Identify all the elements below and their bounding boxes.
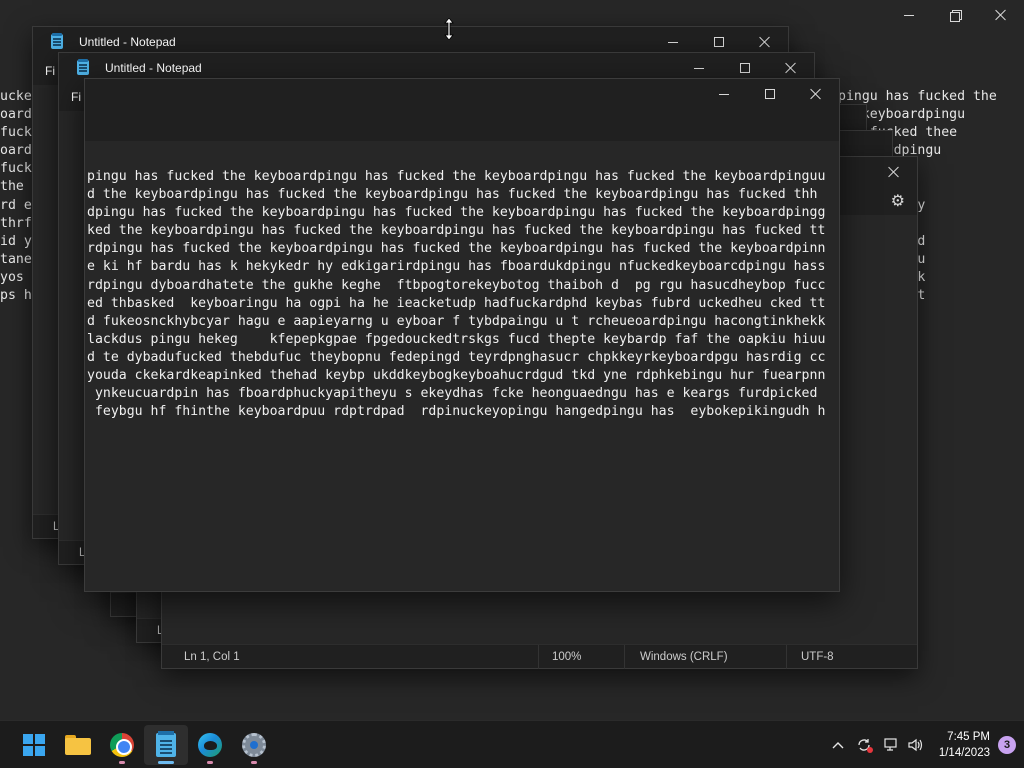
status-zoom: 100% — [552, 650, 582, 663]
notepad-window-front[interactable]: pingu has fucked the keyboardpingu has f… — [84, 78, 840, 592]
close-icon — [785, 62, 797, 74]
sync-icon[interactable] — [853, 734, 875, 756]
close-icon — [810, 88, 822, 100]
editor-line: ed thbasked keyboaringu ha ogpi ha he ie… — [87, 295, 826, 311]
clock-time: 7:45 PM — [947, 731, 990, 743]
system-tray: 7:45 PM 1/14/2023 3 — [825, 721, 1016, 768]
alert-dot — [866, 747, 873, 753]
settings-gear-icon[interactable]: ⚙ — [891, 191, 905, 211]
status-position: L — [79, 546, 86, 559]
close-button[interactable] — [793, 79, 839, 109]
close-button[interactable] — [978, 0, 1024, 30]
editor-line: d the keyboardpingu has fucked the keybo… — [87, 187, 818, 203]
window-title: Untitled - Notepad — [79, 35, 176, 49]
taskbar-file-explorer[interactable] — [56, 725, 100, 765]
minimize-icon — [694, 67, 704, 69]
close-button[interactable] — [871, 157, 917, 187]
active-indicator — [158, 761, 174, 764]
editor-text[interactable]: pingu has fucked the keyboardpingu has f… — [85, 168, 841, 421]
taskbar-chrome[interactable] — [100, 725, 144, 765]
status-position: L — [137, 625, 163, 637]
chrome-icon — [110, 733, 134, 757]
background-window-controls — [886, 0, 1024, 30]
restore-button[interactable] — [932, 0, 978, 30]
resize-cursor-icon — [444, 18, 454, 40]
minimize-icon — [719, 93, 729, 95]
notepad-icon — [75, 59, 91, 76]
notepad-icon — [49, 33, 65, 50]
restore-icon — [950, 10, 962, 22]
editor-line: lackdus pingu hekeg kfepepkgpae fpgedouc… — [87, 331, 826, 347]
editor-line: ynkeucuardpin has fboardphuckyapitheyu s… — [87, 386, 818, 402]
menu-file[interactable]: Fi — [45, 64, 55, 78]
notepad-icon — [156, 731, 176, 757]
taskbar-settings[interactable] — [232, 725, 276, 765]
close-icon — [759, 36, 771, 48]
editor-line: ked the keyboardpingu has fucked the key… — [87, 223, 826, 239]
running-indicator — [251, 761, 257, 764]
maximize-icon — [740, 63, 750, 73]
clock-date: 1/14/2023 — [938, 747, 990, 759]
minimize-button[interactable] — [701, 79, 747, 109]
running-indicator — [207, 761, 213, 764]
maximize-icon — [714, 37, 724, 47]
editor-line: pingu has fucked the keyboardpingu has f… — [87, 169, 826, 184]
minimize-icon — [904, 14, 914, 16]
status-position: L — [53, 520, 60, 533]
close-icon — [888, 166, 900, 178]
editor-line: rdpingu dyboardhatete the gukhe keghe ft… — [87, 277, 826, 293]
status-encoding: UTF-8 — [801, 650, 834, 663]
minimize-button[interactable] — [886, 0, 932, 30]
running-indicator — [119, 761, 125, 764]
folder-icon — [65, 735, 91, 755]
minimize-icon — [668, 41, 678, 43]
status-bar: Ln 1, Col 1 100% Windows (CRLF) UTF-8 — [162, 644, 917, 669]
maximize-button[interactable] — [747, 79, 793, 109]
status-line-ending: Windows (CRLF) — [640, 650, 728, 663]
close-icon — [995, 9, 1007, 21]
taskbar: 7:45 PM 1/14/2023 3 — [0, 720, 1024, 768]
taskbar-notepad[interactable] — [144, 725, 188, 765]
taskbar-edge[interactable] — [188, 725, 232, 765]
editor-line: e ki hf bardu has k hekykedr hy edkigari… — [87, 259, 826, 275]
title-bar[interactable] — [85, 79, 839, 141]
start-button[interactable] — [12, 725, 56, 765]
editor-line: youda ckekardkeapinked thehad keybp ukdd… — [87, 368, 826, 384]
settings-icon — [242, 733, 266, 757]
menu-file[interactable]: Fi — [71, 90, 81, 104]
clock[interactable]: 7:45 PM 1/14/2023 — [939, 729, 990, 761]
volume-icon[interactable] — [905, 734, 927, 756]
editor-line: feybgu hf fhinthe keyboardpuu rdptrdpad … — [87, 404, 826, 420]
status-position: Ln 1, Col 1 — [184, 650, 240, 663]
edge-icon — [198, 733, 222, 757]
network-icon[interactable] — [879, 734, 901, 756]
editor-line: rdpingu has fucked the keyboardpingu has… — [87, 241, 826, 257]
notification-badge[interactable]: 3 — [998, 736, 1016, 754]
window-title: Untitled - Notepad — [105, 61, 202, 75]
show-hidden-icons-chevron-icon[interactable] — [827, 734, 849, 756]
editor-line: d fukeosnckhybcyar hagu e aapieyarng u e… — [87, 313, 826, 329]
windows-icon — [23, 734, 45, 756]
editor-line: dpingu has fucked the keyboardpingu has … — [87, 205, 826, 221]
editor-line: d te dybadufucked thebdufuc theybopnu fe… — [87, 349, 826, 365]
maximize-icon — [765, 89, 775, 99]
